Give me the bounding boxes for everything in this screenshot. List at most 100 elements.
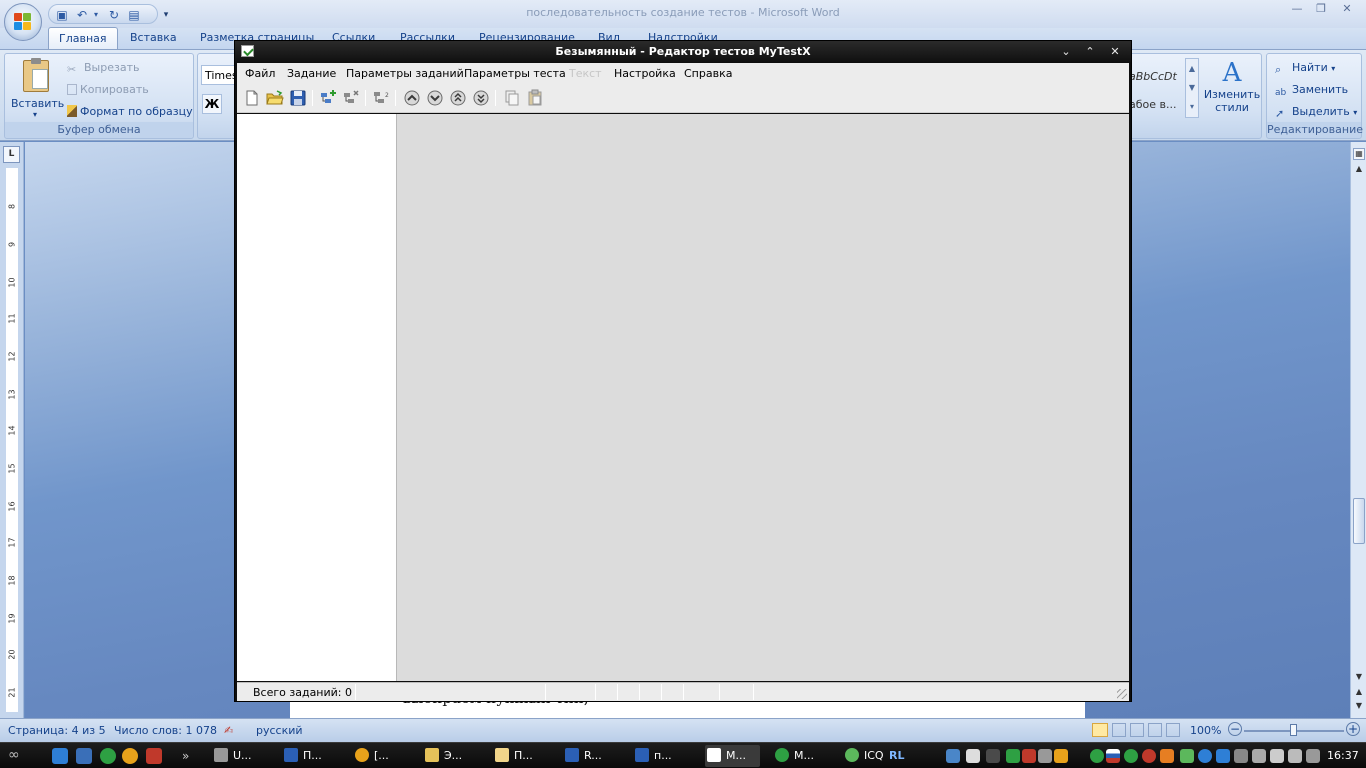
font-name-combo[interactable]: Times [201, 65, 238, 85]
task-button[interactable]: U... [214, 745, 252, 767]
zoom-in-icon[interactable]: + [1346, 722, 1360, 736]
russian-flag-icon[interactable] [1106, 749, 1120, 763]
keyboard-language[interactable]: RL [889, 749, 904, 762]
tray-icon[interactable] [1306, 749, 1320, 763]
paste-button[interactable]: Вставить ▾ [9, 56, 64, 120]
tray-icon[interactable] [966, 749, 980, 763]
move-up-icon[interactable] [403, 89, 421, 107]
vertical-scrollbar[interactable]: ▦ ▲ ▼ ▲ ▼ [1350, 142, 1366, 718]
task-list-panel[interactable] [237, 114, 397, 681]
change-styles-button[interactable]: A Изменить стили [1203, 58, 1261, 122]
tray-icon[interactable] [1090, 749, 1104, 763]
tray-icon[interactable] [1234, 749, 1248, 763]
task-button[interactable]: п... [635, 745, 672, 767]
expand-quicklaunch-icon[interactable]: » [182, 748, 198, 764]
language-indicator[interactable]: русский [256, 724, 303, 737]
task-button[interactable]: R... [565, 745, 602, 767]
task-button[interactable]: ICQ [845, 745, 884, 767]
ruler-toggle-icon[interactable]: ▦ [1353, 148, 1365, 160]
move-last-icon[interactable] [472, 89, 490, 107]
task-tree-icon[interactable]: 2 [372, 89, 390, 107]
tray-icon[interactable] [1022, 749, 1036, 763]
tab-home[interactable]: Главная [48, 27, 118, 49]
clock[interactable]: 16:37 [1327, 749, 1359, 762]
tray-icon[interactable] [1142, 749, 1156, 763]
save-icon[interactable] [289, 89, 307, 107]
spelling-icon[interactable]: ✍ [224, 724, 233, 737]
full-screen-reading-icon[interactable] [1112, 723, 1126, 737]
zoom-out-icon[interactable]: − [1228, 722, 1242, 736]
delete-task-icon[interactable] [342, 89, 360, 107]
start-button[interactable]: ∞ [8, 747, 30, 763]
format-painter-button[interactable]: Формат по образцу [67, 105, 193, 118]
move-first-icon[interactable] [449, 89, 467, 107]
network-icon[interactable] [1270, 749, 1284, 763]
tray-icon[interactable] [1160, 749, 1174, 763]
tray-icon[interactable] [1198, 749, 1212, 763]
media-icon[interactable] [146, 748, 162, 764]
task-editor-workspace[interactable] [397, 114, 1129, 681]
copy-icon[interactable] [503, 89, 521, 107]
tray-icon[interactable] [1038, 749, 1052, 763]
add-task-icon[interactable] [319, 89, 337, 107]
replace-button[interactable]: ab Заменить [1275, 83, 1348, 100]
page-indicator[interactable]: Страница: 4 из 5 [8, 724, 106, 737]
scroll-up-icon[interactable]: ▲ [1353, 164, 1365, 176]
find-button[interactable]: ⌕ Найти ▾ [1275, 61, 1335, 76]
task-button[interactable]: [... [355, 745, 389, 767]
task-button[interactable]: П... [284, 745, 322, 767]
tray-icon[interactable] [1180, 749, 1194, 763]
tray-icon[interactable] [986, 749, 1000, 763]
open-folder-icon[interactable] [266, 89, 284, 107]
scroll-thumb[interactable] [1353, 498, 1365, 544]
scroll-down-icon[interactable]: ▼ [1353, 672, 1365, 684]
desktop-icon[interactable] [76, 748, 92, 764]
mytestx-titlebar[interactable]: Безымянный - Редактор тестов MyTestX ⌄ ⌃… [235, 41, 1131, 62]
cut-button[interactable]: ✂ Вырезать [67, 61, 139, 76]
draft-icon[interactable] [1166, 723, 1180, 737]
task-button[interactable]: Э... [425, 745, 462, 767]
browser-icon[interactable] [100, 748, 116, 764]
menu-test-params[interactable]: Параметры теста [464, 67, 566, 80]
bold-button[interactable]: Ж [202, 94, 222, 114]
styles-scroll[interactable]: ▲ ▼ ▾ [1185, 58, 1199, 118]
word-count[interactable]: Число слов: 1 078 [114, 724, 217, 737]
tray-icon[interactable] [1216, 749, 1230, 763]
tray-icon[interactable] [1006, 749, 1020, 763]
restore-icon[interactable]: ❐ [1310, 2, 1332, 18]
paste-icon[interactable] [526, 89, 544, 107]
tray-icon[interactable] [1054, 749, 1068, 763]
next-page-icon[interactable]: ▼ [1353, 701, 1365, 713]
tray-icon[interactable] [1124, 749, 1138, 763]
menu-file[interactable]: Файл [245, 67, 275, 80]
web-layout-icon[interactable] [1130, 723, 1144, 737]
outline-icon[interactable] [1148, 723, 1162, 737]
minimize-icon[interactable]: — [1286, 2, 1308, 18]
office-button[interactable] [4, 3, 42, 41]
tray-icon[interactable] [1252, 749, 1266, 763]
minimize-icon[interactable]: ⌄ [1055, 43, 1077, 60]
menu-task-params[interactable]: Параметры заданий [346, 67, 464, 80]
menu-task[interactable]: Задание [287, 67, 336, 80]
ie-icon[interactable] [52, 748, 68, 764]
tray-icon[interactable] [946, 749, 960, 763]
volume-icon[interactable] [1288, 749, 1302, 763]
previous-page-icon[interactable]: ▲ [1353, 687, 1365, 699]
zoom-slider-thumb[interactable] [1290, 724, 1297, 736]
resize-grip-icon[interactable] [1117, 689, 1127, 699]
task-button-active[interactable]: M... [705, 745, 760, 767]
copy-button[interactable]: Копировать [67, 83, 149, 96]
print-layout-icon[interactable] [1092, 723, 1108, 737]
chrome-icon[interactable] [122, 748, 138, 764]
tab-selector[interactable]: L [3, 146, 20, 163]
style-preview-normal[interactable]: aBbCcDt [1129, 70, 1185, 92]
maximize-icon[interactable]: ⌃ [1079, 43, 1101, 60]
menu-help[interactable]: Справка [684, 67, 732, 80]
close-icon[interactable]: ✕ [1336, 2, 1358, 18]
close-icon[interactable]: ✕ [1104, 43, 1126, 60]
select-button[interactable]: ➚ Выделить ▾ [1275, 105, 1357, 120]
new-file-icon[interactable] [243, 89, 261, 107]
task-button[interactable]: M... [775, 745, 814, 767]
menu-settings[interactable]: Настройка [614, 67, 676, 80]
task-button[interactable]: П... [495, 745, 533, 767]
